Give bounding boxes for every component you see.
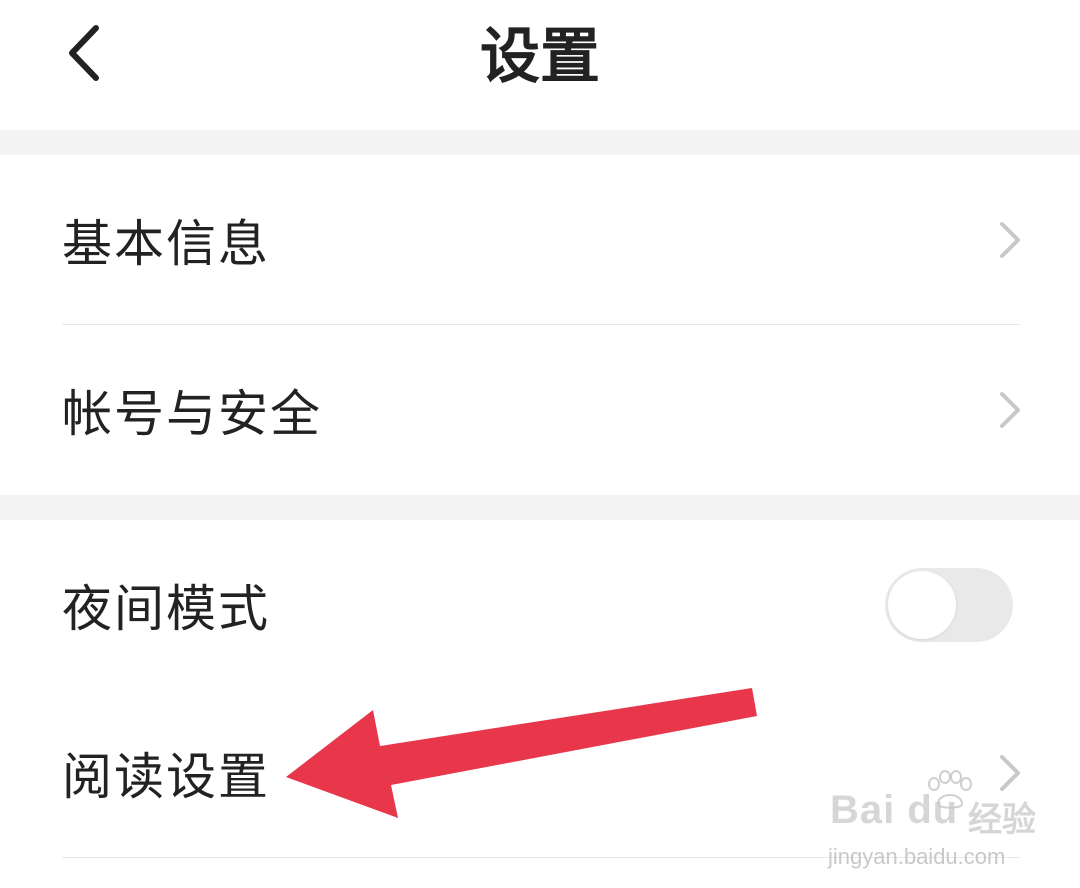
watermark-suffix: 经验 [968,800,1036,840]
chevron-right-icon [1000,392,1020,428]
section-divider [0,495,1080,520]
page-title: 设置 [480,22,600,92]
settings-item-label: 夜间模式 [62,580,270,638]
settings-item-label: 帐号与安全 [62,385,322,443]
toggle-knob [888,571,956,639]
settings-item-label: 基本信息 [62,215,270,273]
settings-screen: 设置 基本信息 帐号与安全 夜间模式 阅读设置 Bai du 经验 jingya… [0,0,1080,888]
settings-item-basic-info[interactable]: 基本信息 [0,155,1080,325]
top-bar: 设置 [0,0,1080,130]
night-mode-toggle[interactable] [885,568,1013,642]
settings-item-label: 阅读设置 [62,748,270,806]
watermark-brand: Bai du [830,788,959,832]
chevron-right-icon [1000,222,1020,258]
settings-item-account-security[interactable]: 帐号与安全 [0,325,1080,495]
baidu-jingyan-watermark: Bai du 经验 jingyan.baidu.com [828,770,1036,880]
settings-item-night-mode: 夜间模式 [0,520,1080,690]
section-divider [0,130,1080,155]
watermark-url: jingyan.baidu.com [828,844,1006,869]
